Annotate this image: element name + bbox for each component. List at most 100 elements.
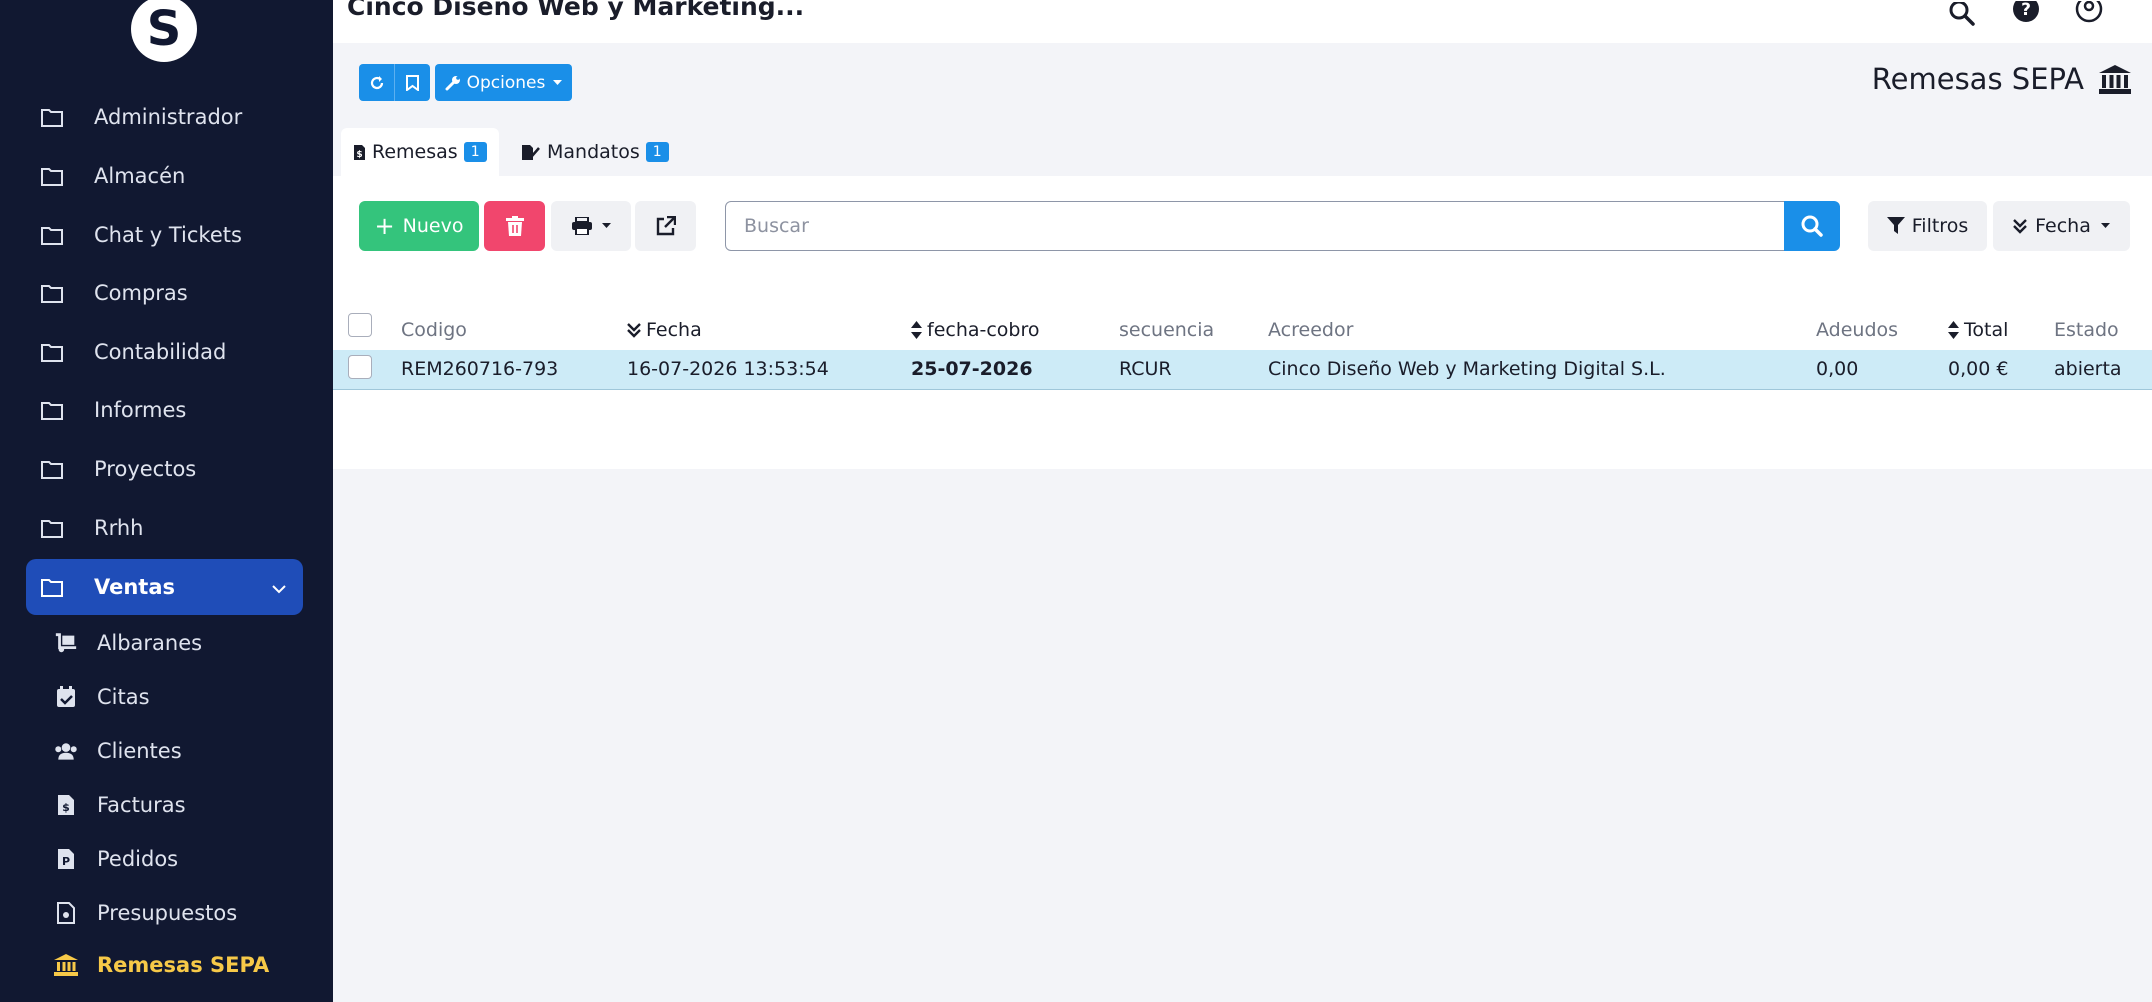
- app-logo[interactable]: S: [131, 0, 197, 62]
- cell-secuencia: RCUR: [1119, 358, 1172, 380]
- options-label: Opciones: [466, 72, 546, 93]
- sidebar-item-label: Almacén: [94, 164, 186, 188]
- sidebar-item-informes[interactable]: Informes: [26, 382, 303, 438]
- folder-icon: [40, 223, 64, 247]
- column-header-secuencia[interactable]: secuencia: [1119, 319, 1214, 341]
- refresh-icon[interactable]: [359, 75, 394, 91]
- invoice-icon: $: [54, 793, 78, 817]
- column-header-adeudos[interactable]: Adeudos: [1816, 319, 1898, 341]
- cell-adeudos: 0,00: [1816, 358, 1859, 380]
- tab-mandatos[interactable]: Mandatos 1: [509, 128, 674, 176]
- column-header-label: fecha-cobro: [927, 319, 1040, 341]
- page-title: Remesas SEPA: [1871, 62, 2084, 96]
- column-header-codigo[interactable]: Codigo: [401, 319, 467, 341]
- logo-letter: S: [146, 1, 182, 57]
- sidebar-item-label: Ventas: [94, 575, 176, 599]
- sidebar-subitem-clientes[interactable]: Clientes: [54, 731, 182, 771]
- users-icon: [54, 739, 78, 763]
- cell-fecha-cobro: 25-07-2026: [911, 358, 1033, 380]
- sidebar-subitem-label: Facturas: [97, 793, 186, 817]
- trash-icon: [505, 216, 524, 236]
- sort-icon: [1948, 321, 1959, 339]
- sidebar-item-proyectos[interactable]: Proyectos: [26, 441, 303, 497]
- sidebar-item-compras[interactable]: Compras: [26, 265, 303, 321]
- user-account-icon[interactable]: [2074, 0, 2104, 30]
- sidebar-subitem-remesas-sepa[interactable]: Remesas SEPA: [54, 945, 269, 985]
- search-icon[interactable]: [1947, 0, 1977, 30]
- folder-icon: [40, 105, 64, 129]
- order-by-button[interactable]: Fecha: [1993, 201, 2130, 251]
- column-header-fecha[interactable]: Fecha: [627, 319, 702, 341]
- sidebar-subitem-facturas[interactable]: $ Facturas: [54, 785, 186, 825]
- svg-text:$: $: [62, 801, 70, 814]
- dolly-icon: [54, 631, 78, 655]
- folder-open-icon: [40, 575, 64, 599]
- cell-estado: abierta: [2054, 358, 2122, 380]
- column-header-label: Total: [1964, 319, 2009, 341]
- export-button[interactable]: [635, 201, 696, 251]
- help-icon[interactable]: ?: [2011, 0, 2041, 30]
- bank-icon: [54, 953, 78, 977]
- caret-down-icon: [553, 79, 563, 86]
- column-header-fecha-cobro[interactable]: fecha-cobro: [911, 319, 1040, 341]
- sidebar-item-rrhh[interactable]: Rrhh: [26, 500, 303, 556]
- column-header-estado[interactable]: Estado: [2054, 319, 2119, 341]
- folder-icon: [40, 398, 64, 422]
- select-all-checkbox[interactable]: [348, 313, 372, 337]
- company-name[interactable]: Cinco Diseño Web y Marketing...: [347, 0, 804, 21]
- sidebar-item-almacen[interactable]: Almacén: [26, 148, 303, 204]
- new-button[interactable]: + Nuevo: [359, 201, 479, 251]
- sort-icon: [911, 321, 922, 339]
- svg-text:$: $: [356, 150, 362, 160]
- sidebar-subitem-presupuestos[interactable]: Presupuestos: [54, 893, 237, 933]
- sidebar-subitem-citas[interactable]: Citas: [54, 677, 150, 717]
- sidebar-item-administrador[interactable]: Administrador: [26, 89, 303, 145]
- folder-icon: [40, 516, 64, 540]
- svg-text:?: ?: [2021, 1, 2031, 20]
- double-chevron-down-icon: [2013, 218, 2027, 234]
- bookmark-icon[interactable]: [395, 74, 430, 91]
- options-button[interactable]: Opciones: [435, 64, 572, 101]
- top-bar: Cinco Diseño Web y Marketing... ?: [333, 0, 2152, 43]
- order-file-icon: P: [54, 847, 78, 871]
- sidebar-item-label: Compras: [94, 281, 188, 305]
- table-row[interactable]: [333, 350, 2152, 390]
- filters-button[interactable]: Filtros: [1868, 201, 1987, 251]
- tab-remesas[interactable]: $ Remesas 1: [341, 128, 499, 176]
- column-header-total[interactable]: Total: [1948, 319, 2008, 341]
- filter-icon: [1886, 217, 1905, 235]
- sidebar-item-label: Chat y Tickets: [94, 223, 242, 247]
- column-header-label: secuencia: [1119, 319, 1215, 341]
- sidebar-item-ventas[interactable]: Ventas: [26, 559, 303, 615]
- column-header-acreedor[interactable]: Acreedor: [1268, 319, 1353, 341]
- estimate-file-icon: [54, 901, 78, 925]
- sidebar-subitem-label: Albaranes: [97, 631, 203, 655]
- cell-fecha: 16-07-2026 13:53:54: [627, 358, 829, 380]
- column-header-label: Codigo: [401, 319, 467, 341]
- sidebar-item-label: Rrhh: [94, 516, 144, 540]
- print-button[interactable]: [551, 201, 631, 251]
- cell-acreedor: Cinco Diseño Web y Marketing Digital S.L…: [1268, 358, 1666, 380]
- column-header-label: Estado: [2054, 319, 2119, 341]
- wrench-icon: [445, 75, 461, 91]
- sidebar-subitem-pedidos[interactable]: P Pedidos: [54, 839, 178, 879]
- sidebar-subitem-albaranes[interactable]: Albaranes: [54, 623, 202, 663]
- folder-icon: [40, 340, 64, 364]
- column-header-label: Fecha: [646, 319, 702, 341]
- sidebar-subitem-label: Remesas SEPA: [97, 953, 270, 977]
- row-checkbox[interactable]: [348, 355, 372, 379]
- new-button-label: Nuevo: [402, 215, 464, 237]
- cell-codigo[interactable]: REM260716-793: [401, 358, 558, 380]
- sidebar-subitem-label: Clientes: [97, 739, 182, 763]
- sidebar-item-contabilidad[interactable]: Contabilidad: [26, 324, 303, 380]
- double-chevron-down-icon: [627, 322, 641, 338]
- search-input[interactable]: [726, 202, 1792, 250]
- delete-button[interactable]: [484, 201, 545, 251]
- filters-label: Filtros: [1911, 215, 1969, 237]
- list-panel: + Nuevo Filtros Fech: [333, 176, 2152, 469]
- search-button[interactable]: [1784, 201, 1840, 251]
- folder-icon: [40, 164, 64, 188]
- sidebar-item-chat-tickets[interactable]: Chat y Tickets: [26, 207, 303, 263]
- column-header-label: Acreedor: [1268, 319, 1354, 341]
- sidebar-item-label: Administrador: [94, 105, 243, 129]
